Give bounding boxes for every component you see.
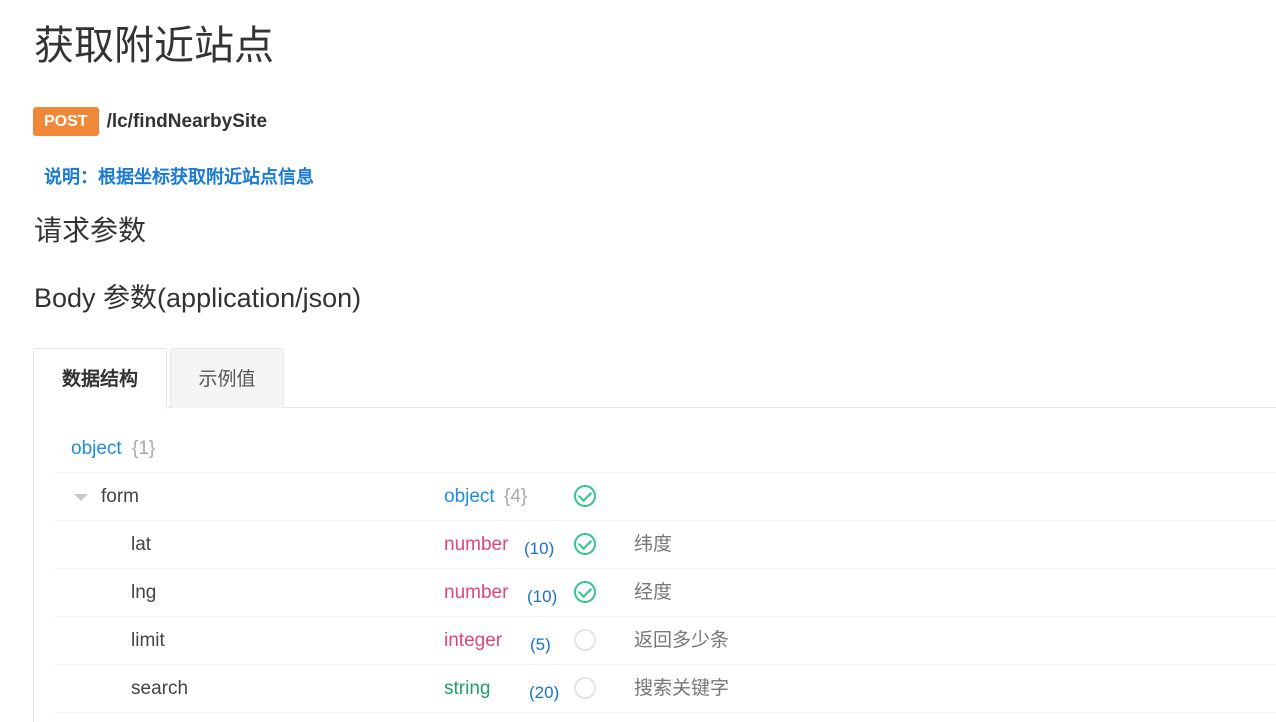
field-name: limit <box>131 630 165 651</box>
required-check-icon <box>574 533 596 555</box>
field-type: integer <box>444 630 503 651</box>
api-description: 说明：根据坐标获取附近站点信息 <box>44 167 314 188</box>
field-name: search <box>131 678 189 699</box>
request-params-heading: 请求参数 <box>34 214 147 247</box>
root-count: {1} <box>132 438 156 459</box>
field-description: 返回多少条 <box>634 630 730 651</box>
tab-example-value[interactable]: 示例值 <box>170 348 284 408</box>
optional-circle-icon <box>574 629 596 651</box>
optional-circle-icon <box>574 677 596 699</box>
field-name: form <box>101 486 139 507</box>
required-check-icon <box>574 485 596 507</box>
field-count: {4} <box>504 486 528 507</box>
endpoint: POST /lc/findNearbySite <box>33 107 267 136</box>
page-title: 获取附近站点 <box>34 23 274 69</box>
required-check-icon <box>574 581 596 603</box>
endpoint-path: /lc/findNearbySite <box>106 110 268 132</box>
schema-root-row: object {1} <box>55 425 1276 473</box>
table-row: limit integer (5) 返回多少条 <box>55 617 1276 665</box>
table-row[interactable]: form object {4} <box>55 473 1276 521</box>
schema-tabs: 数据结构 示例值 object {1} form object {4} lat … <box>33 348 1276 722</box>
field-length: (20) <box>529 683 560 702</box>
field-length: (5) <box>530 635 551 654</box>
field-type: number <box>444 534 509 555</box>
table-row: search string (20) 搜索关键字 <box>55 665 1276 713</box>
method-badge: POST <box>33 107 99 136</box>
field-name: lat <box>131 534 152 555</box>
field-type: number <box>444 582 509 603</box>
field-description: 搜索关键字 <box>634 678 730 699</box>
body-params-heading: Body 参数(application/json) <box>34 283 362 313</box>
table-row: lng number (10) 经度 <box>55 569 1276 617</box>
table-row: lat number (10) 纬度 <box>55 521 1276 569</box>
field-type: object <box>444 486 495 507</box>
root-type: object <box>71 438 122 459</box>
field-name: lng <box>131 582 157 603</box>
tab-bar: 数据结构 示例值 <box>33 348 1276 409</box>
field-type: string <box>444 678 491 699</box>
tab-data-structure[interactable]: 数据结构 <box>33 348 167 409</box>
field-length: (10) <box>524 539 555 558</box>
field-description: 经度 <box>634 582 673 603</box>
field-description: 纬度 <box>634 534 673 555</box>
schema-panel: object {1} form object {4} lat number (1… <box>33 408 1276 722</box>
collapse-caret-icon[interactable] <box>74 494 88 501</box>
field-length: (10) <box>527 587 558 606</box>
